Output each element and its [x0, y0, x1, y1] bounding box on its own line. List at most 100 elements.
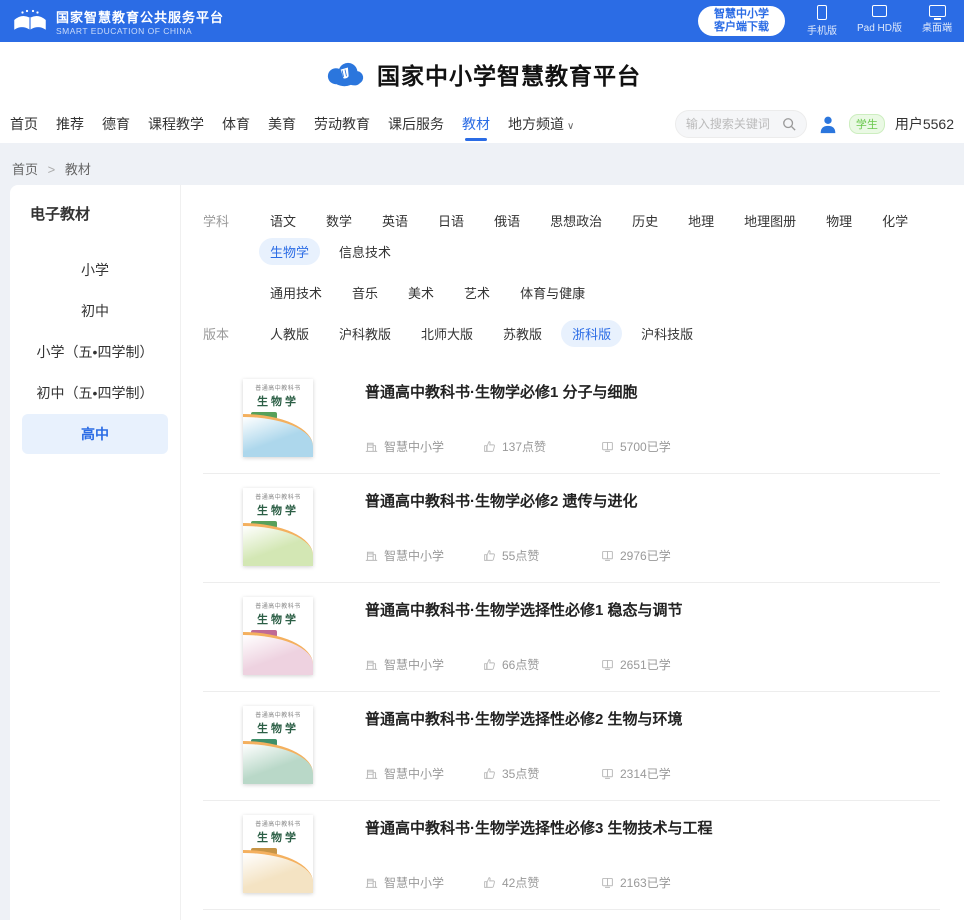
open-book-logo-icon — [12, 8, 48, 35]
book-item[interactable]: 普通高中教科书 生物学 普通高中教科书·生物学必修2 遗传与进化 智慧中小学 5 — [203, 474, 940, 583]
nav-item-体育[interactable]: 体育∨ — [222, 105, 250, 143]
filter-option[interactable]: 音乐 — [341, 279, 389, 306]
platform-brand[interactable]: 国家智慧教育公共服务平台 SMART EDUCATION OF CHINA — [12, 7, 224, 36]
book-learned-count: 2314已学 — [620, 765, 671, 782]
school-icon — [365, 767, 378, 780]
student-role-badge: 学生 — [849, 114, 885, 134]
book-likes: 42点赞 — [502, 874, 539, 891]
search-input[interactable] — [686, 117, 782, 131]
nav-item-地方频道[interactable]: 地方频道∨ — [508, 105, 574, 143]
filter-option[interactable]: 语文 — [259, 207, 307, 234]
book-title[interactable]: 普通高中教科书·生物学选择性必修1 稳态与调节 — [365, 599, 940, 620]
user-avatar-icon[interactable] — [817, 113, 839, 135]
school-icon — [365, 549, 378, 562]
book-item[interactable]: 普通高中教科书 生物学 普通高中教科书·生物学选择性必修2 生物与环境 智慧中小… — [203, 692, 940, 801]
filter-option[interactable]: 英语 — [371, 207, 419, 234]
book-cover: 普通高中教科书 生物学 — [243, 379, 313, 457]
school-icon — [365, 440, 378, 453]
book-learned-count: 2651已学 — [620, 656, 671, 673]
filter-option[interactable]: 俄语 — [483, 207, 531, 234]
client-download-button[interactable]: 智慧中小学 客户端下载 — [698, 6, 785, 36]
nav-item-教材[interactable]: 教材∨ — [462, 105, 490, 143]
nav-item-劳动教育[interactable]: 劳动教育∨ — [314, 105, 370, 143]
site-title: 国家中小学智慧教育平台 — [377, 57, 641, 91]
book-likes: 55点赞 — [502, 547, 539, 564]
filter-option[interactable]: 人教版 — [259, 320, 320, 347]
filter-option[interactable]: 信息技术 — [328, 238, 402, 265]
sidebar-item[interactable]: 小学（五•四学制） — [22, 332, 168, 372]
desktop-icon — [929, 5, 946, 17]
book-learned-count: 2976已学 — [620, 547, 671, 564]
brand-name-cn: 国家智慧教育公共服务平台 — [56, 7, 224, 26]
book-likes: 66点赞 — [502, 656, 539, 673]
filter-option[interactable]: 苏教版 — [492, 320, 553, 347]
sidebar-item[interactable]: 初中 — [22, 291, 168, 331]
learned-book-icon — [601, 549, 614, 562]
nav-item-首页[interactable]: 首页∨ — [10, 105, 38, 143]
filter-option[interactable]: 北师大版 — [410, 320, 484, 347]
filter-option[interactable]: 日语 — [427, 207, 475, 234]
filter-option[interactable]: 地理 — [677, 207, 725, 234]
nav-item-课程教学[interactable]: 课程教学∨ — [148, 105, 204, 143]
book-likes: 35点赞 — [502, 765, 539, 782]
device-link[interactable]: 桌面端 — [922, 5, 952, 37]
filter-option[interactable]: 通用技术 — [259, 279, 333, 306]
version-filter-row: 版本 人教版沪科教版北师大版苏教版浙科版沪科技版 — [203, 320, 940, 347]
subject-filter-row2: 通用技术音乐美术艺术体育与健康 — [203, 279, 940, 306]
brand-name-en: SMART EDUCATION OF CHINA — [56, 26, 224, 36]
book-source: 智慧中小学 — [384, 874, 444, 891]
device-link[interactable]: Pad HD版 — [857, 5, 902, 37]
book-item[interactable]: 普通高中教科书 生物学 普通高中教科书·生物学选择性必修1 稳态与调节 智慧中小… — [203, 583, 940, 692]
filter-option[interactable]: 沪科技版 — [630, 320, 704, 347]
filter-option[interactable]: 美术 — [397, 279, 445, 306]
main-nav: 首页∨ 推荐∨ 德育∨ 课程教学∨ 体育∨ 美育∨ 劳动教育∨ 课后服务∨ 教材∨ 地方频道∨ 学… — [0, 105, 964, 143]
breadcrumb-current[interactable]: 教材 — [65, 162, 91, 177]
sidebar-item[interactable]: 高中 — [22, 414, 168, 454]
book-source: 智慧中小学 — [384, 547, 444, 564]
username[interactable]: 用户5562 — [895, 114, 954, 134]
nav-item-德育[interactable]: 德育∨ — [102, 105, 130, 143]
learned-book-icon — [601, 767, 614, 780]
filter-option[interactable]: 物理 — [815, 207, 863, 234]
device-links: 手机版 Pad HD版 桌面端 — [807, 5, 952, 37]
nav-item-推荐[interactable]: 推荐∨ — [56, 105, 84, 143]
nav-item-美育[interactable]: 美育∨ — [268, 105, 296, 143]
breadcrumb-separator: > — [48, 162, 56, 177]
filter-option[interactable]: 沪科教版 — [328, 320, 402, 347]
top-bar: 国家智慧教育公共服务平台 SMART EDUCATION OF CHINA 智慧… — [0, 0, 964, 42]
book-title[interactable]: 普通高中教科书·生物学必修2 遗传与进化 — [365, 490, 940, 511]
textbook-main: 学科 语文数学英语日语俄语思想政治历史地理地理图册物理化学生物学信息技术 通用技… — [181, 185, 964, 920]
stage-sidebar: 电子教材 小学初中小学（五•四学制）初中（五•四学制）高中 — [10, 185, 181, 920]
breadcrumb-home[interactable]: 首页 — [12, 162, 38, 177]
book-cover: 普通高中教科书 生物学 — [243, 488, 313, 566]
filter-option[interactable]: 地理图册 — [733, 207, 807, 234]
book-title[interactable]: 普通高中教科书·生物学选择性必修3 生物技术与工程 — [365, 817, 940, 838]
filter-option[interactable]: 艺术 — [453, 279, 501, 306]
book-title[interactable]: 普通高中教科书·生物学必修1 分子与细胞 — [365, 381, 940, 402]
school-icon — [365, 658, 378, 671]
learned-book-icon — [601, 440, 614, 453]
book-cover: 普通高中教科书 生物学 — [243, 706, 313, 784]
book-title[interactable]: 普通高中教科书·生物学选择性必修2 生物与环境 — [365, 708, 940, 729]
filter-option[interactable]: 数学 — [315, 207, 363, 234]
device-link[interactable]: 手机版 — [807, 5, 837, 37]
search-box[interactable] — [675, 110, 807, 138]
sidebar-item[interactable]: 初中（五•四学制） — [22, 373, 168, 413]
filter-option[interactable]: 思想政治 — [539, 207, 613, 234]
learned-book-icon — [601, 658, 614, 671]
book-item[interactable]: 普通高中教科书 生物学 普通高中教科书·生物学必修1 分子与细胞 智慧中小学 1 — [203, 365, 940, 474]
breadcrumb: 首页 > 教材 — [0, 143, 964, 178]
book-item[interactable]: 普通高中教科书 生物学 普通高中教科书·生物学选择性必修3 生物技术与工程 智慧… — [203, 801, 940, 910]
pad-icon — [872, 5, 887, 17]
filter-option[interactable]: 历史 — [621, 207, 669, 234]
book-list: 普通高中教科书 生物学 普通高中教科书·生物学必修1 分子与细胞 智慧中小学 1 — [203, 365, 940, 910]
phone-icon — [817, 5, 827, 20]
filter-option[interactable]: 体育与健康 — [509, 279, 596, 306]
book-likes: 137点赞 — [502, 438, 546, 455]
search-icon[interactable] — [782, 117, 796, 131]
filter-option[interactable]: 浙科版 — [561, 320, 622, 347]
filter-option[interactable]: 化学 — [871, 207, 919, 234]
sidebar-item[interactable]: 小学 — [22, 250, 168, 290]
nav-item-课后服务[interactable]: 课后服务∨ — [388, 105, 444, 143]
filter-option[interactable]: 生物学 — [259, 238, 320, 265]
